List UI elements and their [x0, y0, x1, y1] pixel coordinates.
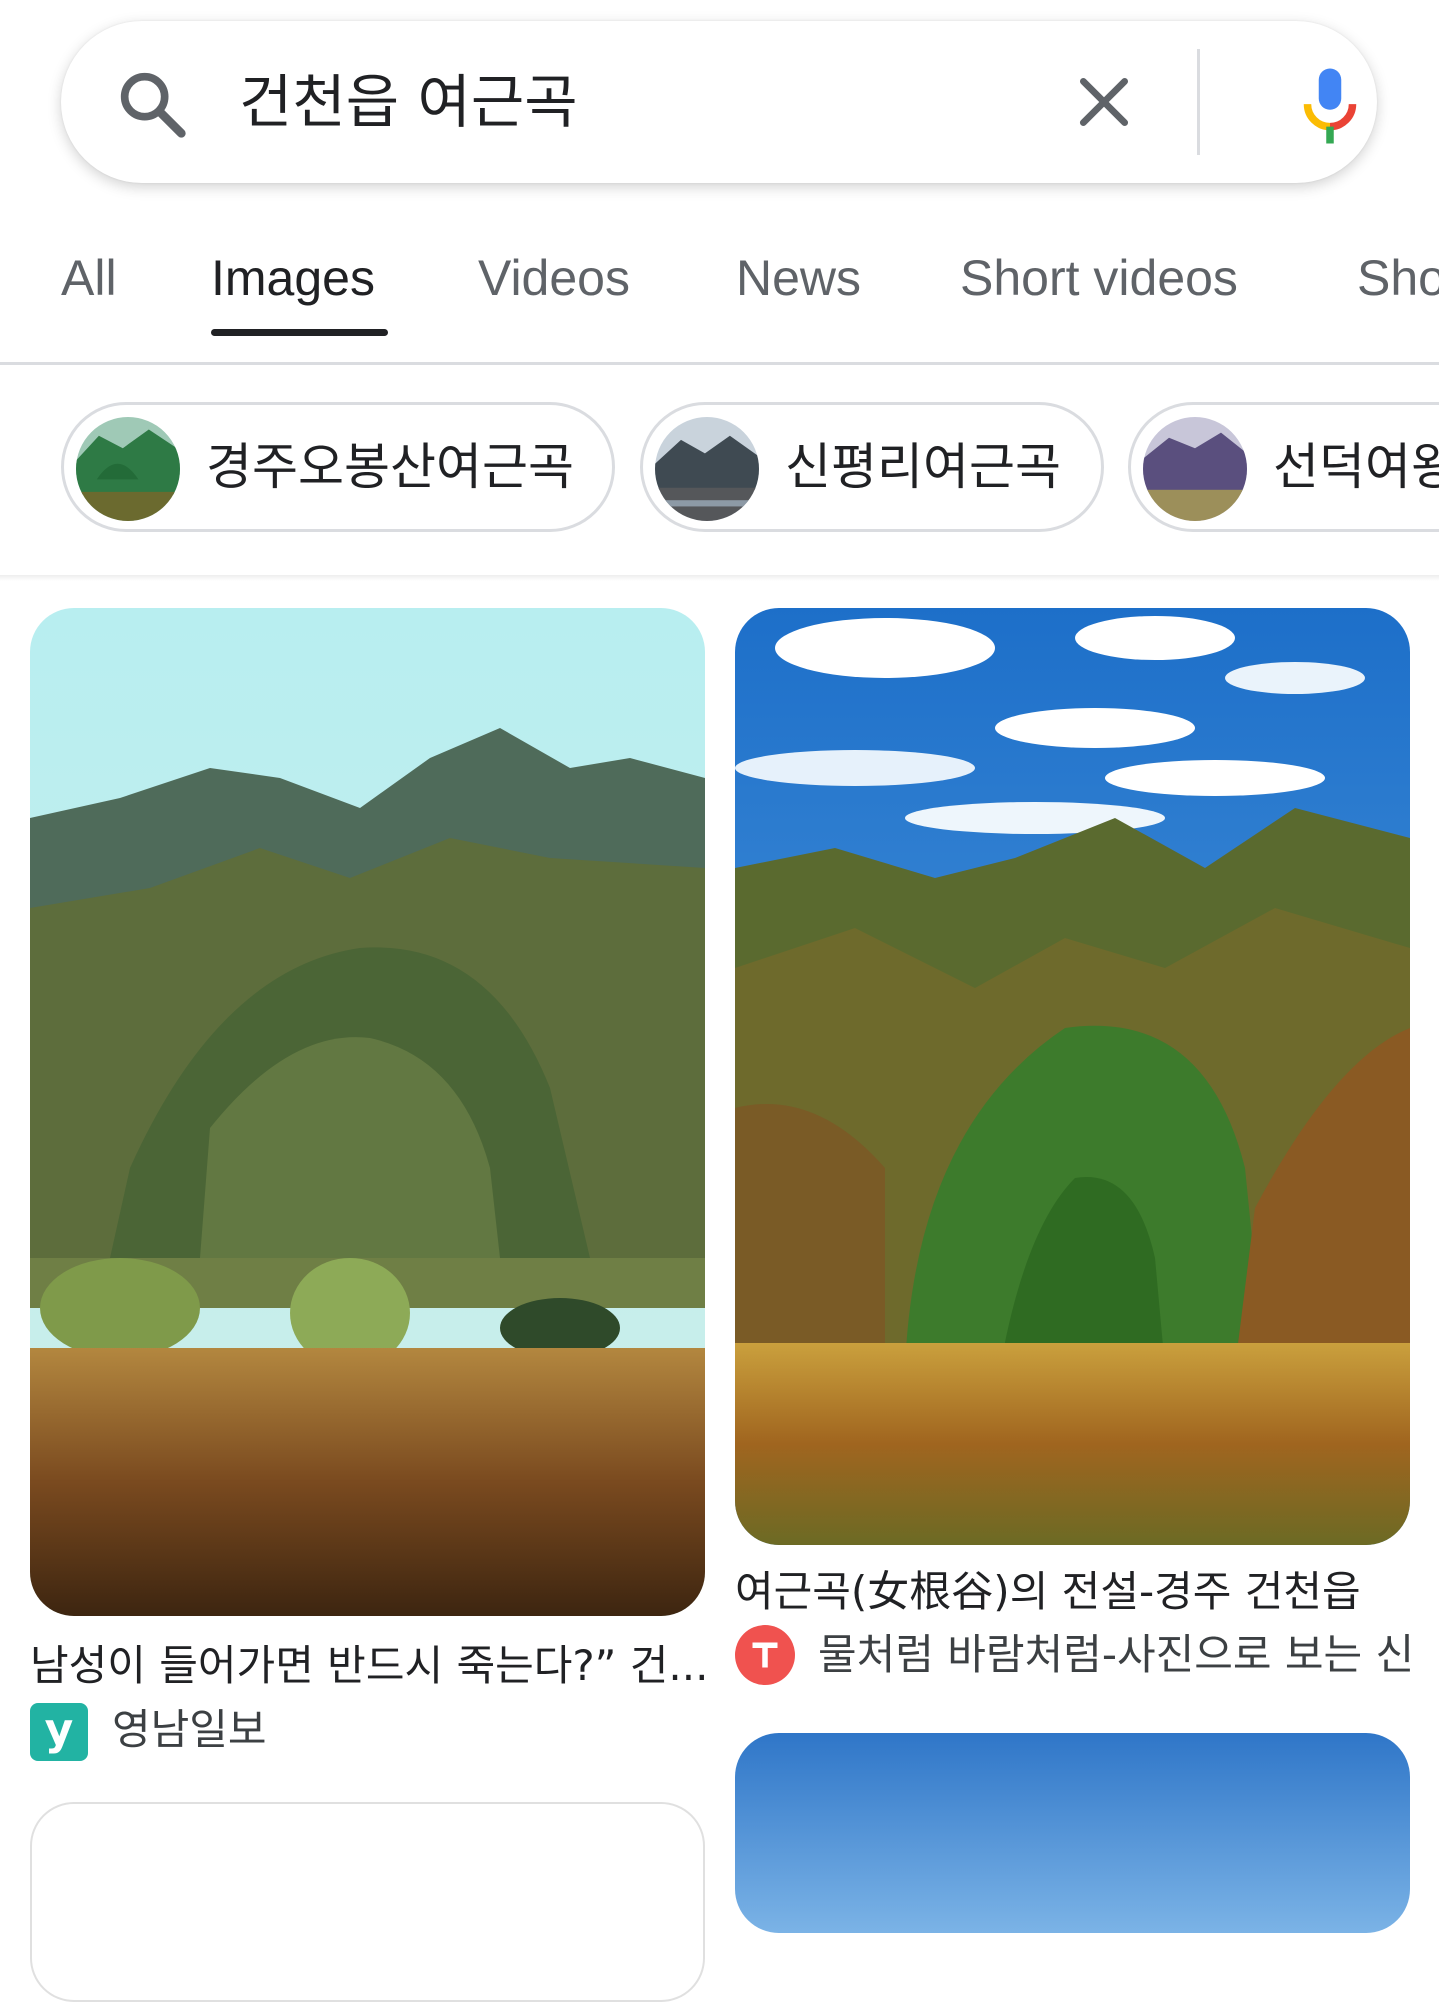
chip-label: 경주오봉산여근곡	[206, 438, 574, 496]
tabs-divider	[0, 362, 1439, 365]
result-title[interactable]: 여근곡(女根谷)의 전설-경주 건천읍	[735, 1558, 1410, 1618]
tab-shopping[interactable]: Sho	[1357, 249, 1439, 307]
result-title[interactable]: 남성이 들어가면 반드시 죽는다?” 건...	[30, 1632, 705, 1692]
chip-label: 선덕여왕	[1273, 438, 1439, 496]
close-icon[interactable]	[1073, 71, 1135, 133]
result-source[interactable]: 영남일보	[112, 1700, 672, 1760]
result-image[interactable]	[30, 608, 705, 1616]
chip-label: 신평리여근곡	[785, 438, 1061, 496]
search-tabs: All Images Videos News Short videos Sho	[0, 225, 1439, 365]
chip-thumbnail	[1143, 417, 1247, 521]
search-divider	[1197, 49, 1200, 155]
search-icon[interactable]	[113, 65, 193, 145]
chip-related-1[interactable]: 경주오봉산여근곡	[61, 402, 615, 532]
chip-thumbnail	[655, 417, 759, 521]
chips-shadow	[0, 575, 1439, 581]
related-chips: 경주오봉산여근곡 신평리여근곡 선덕여왕	[0, 400, 1439, 540]
microphone-icon[interactable]	[1285, 61, 1375, 151]
result-image[interactable]	[735, 608, 1410, 1545]
result-image[interactable]	[735, 1733, 1410, 1933]
tab-videos[interactable]: Videos	[478, 249, 630, 307]
search-bar[interactable]: 건천읍 여근곡	[61, 21, 1377, 183]
tab-short-videos[interactable]: Short videos	[960, 249, 1238, 307]
tab-images[interactable]: Images	[211, 249, 375, 307]
result-image[interactable]	[30, 1802, 705, 2002]
tab-news[interactable]: News	[736, 249, 861, 307]
chip-related-2[interactable]: 신평리여근곡	[640, 402, 1104, 532]
chip-thumbnail	[76, 417, 180, 521]
site-favicon	[735, 1625, 795, 1685]
result-source[interactable]: 물처럼 바람처럼-사진으로 보는 신	[818, 1625, 1410, 1685]
chip-related-3[interactable]: 선덕여왕	[1128, 402, 1439, 532]
search-input[interactable]: 건천읍 여근곡	[239, 21, 578, 183]
active-tab-indicator	[211, 329, 388, 336]
site-favicon: y	[30, 1703, 88, 1761]
tab-all[interactable]: All	[61, 249, 117, 307]
